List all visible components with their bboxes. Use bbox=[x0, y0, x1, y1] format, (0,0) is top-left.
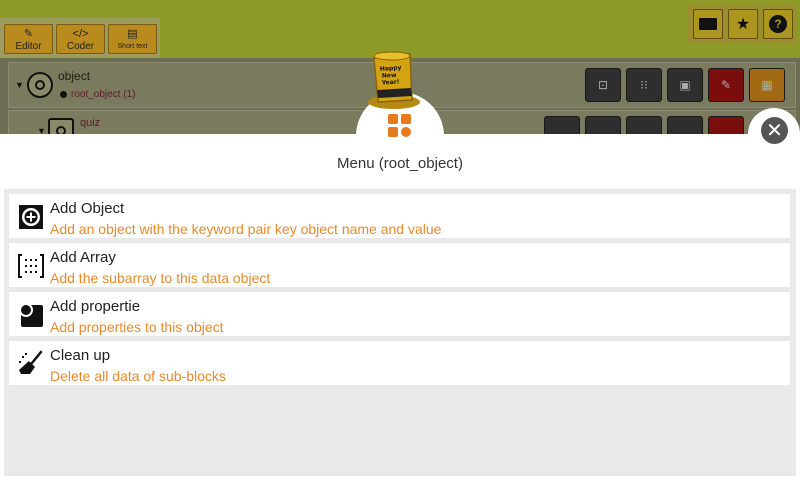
object-node-icon bbox=[27, 72, 53, 98]
add-object-action-button[interactable]: ⊡ bbox=[585, 68, 621, 102]
svg-text:Year!: Year! bbox=[381, 78, 400, 86]
add-object-icon bbox=[19, 205, 43, 229]
node-title: quiz bbox=[80, 117, 101, 129]
edit-icon: ✎ bbox=[23, 28, 34, 40]
menu-item-title: Add Array bbox=[50, 249, 116, 266]
collapse-arrow-icon[interactable]: ▼ bbox=[15, 80, 24, 90]
menu-item-clean-up[interactable]: Clean up Delete all data of sub-blocks bbox=[9, 341, 790, 385]
tab-coder[interactable]: </> Coder bbox=[56, 24, 105, 54]
menu-list: Add Object Add an object with the keywor… bbox=[4, 189, 796, 476]
node-subtitle: root_object (1) bbox=[71, 89, 136, 100]
menu-item-description: Add properties to this object bbox=[50, 319, 224, 335]
favorites-button[interactable]: ★ bbox=[728, 9, 758, 39]
menu-item-title: Add propertie bbox=[50, 298, 141, 315]
array-icon bbox=[18, 254, 44, 278]
tab-editor[interactable]: ✎ Editor bbox=[4, 24, 53, 54]
tab-short-text[interactable]: ▤ Short text bbox=[108, 24, 157, 54]
node-dot-icon bbox=[60, 91, 67, 98]
menu-action-button[interactable]: ▦ bbox=[749, 68, 785, 102]
menu-item-title: Clean up bbox=[50, 347, 111, 364]
star-icon: ★ bbox=[735, 16, 751, 33]
grid-icon: ▦ bbox=[761, 78, 773, 92]
menu-item-title: Add Object bbox=[50, 200, 125, 217]
clean-up-action-button[interactable]: ✎ bbox=[708, 68, 744, 102]
help-button[interactable]: ? bbox=[763, 9, 793, 39]
terminal-button[interactable] bbox=[693, 9, 723, 39]
party-hat-icon: Happy New Year! bbox=[368, 51, 420, 109]
help-icon: ? bbox=[769, 15, 787, 33]
close-button[interactable]: ✕ bbox=[761, 117, 788, 144]
menu-item-add-object[interactable]: Add Object Add an object with the keywor… bbox=[9, 194, 790, 238]
code-icon: </> bbox=[72, 28, 89, 40]
properties-icon bbox=[19, 303, 43, 327]
menu-item-add-array[interactable]: Add Array Add the subarray to this data … bbox=[9, 243, 790, 287]
add-property-action-button[interactable]: ▣ bbox=[667, 68, 703, 102]
terminal-icon bbox=[699, 18, 717, 30]
close-icon: ✕ bbox=[766, 119, 783, 142]
menu-grid-icon bbox=[388, 114, 414, 138]
document-icon: ▤ bbox=[127, 28, 138, 40]
add-array-action-button[interactable]: ⁝⁝ bbox=[626, 68, 662, 102]
menu-title: Menu (root_object) bbox=[337, 155, 463, 172]
broom-icon bbox=[19, 350, 43, 374]
menu-item-description: Add an object with the keyword pair key … bbox=[50, 221, 442, 237]
properties-icon: ▣ bbox=[679, 78, 691, 92]
menu-item-description: Add the subarray to this data object bbox=[50, 270, 271, 286]
node-title: object bbox=[58, 69, 91, 83]
add-object-icon: ⊡ bbox=[597, 78, 609, 92]
array-icon: ⁝⁝ bbox=[640, 78, 648, 92]
menu-item-description: Delete all data of sub-blocks bbox=[50, 368, 226, 384]
broom-icon: ✎ bbox=[720, 78, 732, 92]
menu-item-add-property[interactable]: Add propertie Add properties to this obj… bbox=[9, 292, 790, 336]
